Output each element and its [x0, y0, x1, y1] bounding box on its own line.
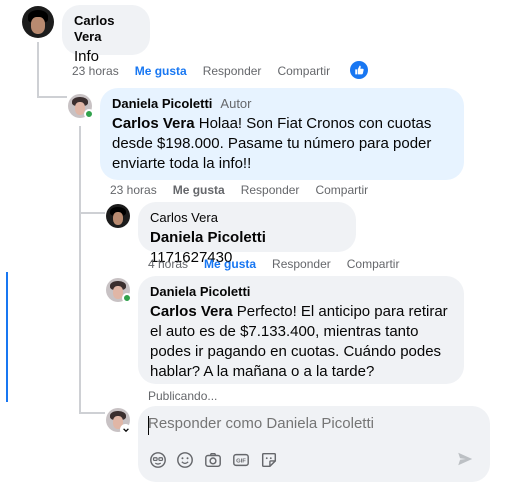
share-button[interactable]: Compartir [277, 64, 330, 78]
comment-bubble: Daniela Picoletti Autor Carlos Vera Holaa… [100, 88, 464, 180]
gif-icon[interactable]: GIF [231, 450, 251, 470]
share-button[interactable]: Compartir [315, 183, 368, 197]
thread-line [37, 96, 67, 98]
avatar[interactable] [106, 204, 130, 228]
comment-author[interactable]: Carlos Vera [150, 210, 344, 226]
sticker-icon[interactable] [259, 450, 279, 470]
focus-indicator [6, 272, 8, 402]
avatar[interactable] [22, 6, 54, 38]
reply-button[interactable]: Responder [272, 257, 331, 271]
comment-author[interactable]: Daniela Picoletti [150, 284, 452, 300]
chevron-down-icon[interactable] [120, 424, 131, 435]
reply-button[interactable]: Responder [241, 183, 300, 197]
reply-input[interactable] [148, 415, 478, 432]
svg-text:GIF: GIF [236, 459, 246, 465]
comment-actions: 4 horas Me gusta Responder Compartir [148, 257, 415, 271]
comment-time[interactable]: 4 horas [148, 257, 188, 271]
avatar-sticker-icon[interactable] [148, 450, 168, 470]
online-status-icon [122, 293, 132, 303]
comment-author[interactable]: Daniela Picoletti [112, 96, 212, 111]
emoji-icon[interactable] [175, 450, 195, 470]
like-button[interactable]: Me gusta [173, 183, 225, 197]
mention-link[interactable]: Carlos Vera [112, 115, 195, 132]
like-button[interactable]: Me gusta [135, 64, 187, 78]
share-button[interactable]: Compartir [347, 257, 400, 271]
mention-link[interactable]: Daniela Picoletti [150, 229, 266, 246]
comment-time[interactable]: 23 horas [110, 183, 157, 197]
comment-bubble: Carlos Vera Info [62, 5, 150, 65]
send-icon[interactable] [456, 450, 476, 470]
comment-text: Carlos Vera Holaa! Son Fiat Cronos con c… [112, 115, 432, 172]
comment-bubble: Carlos Vera Daniela Picoletti 1171627430 [138, 202, 356, 266]
like-button[interactable]: Me gusta [204, 257, 256, 271]
comment-text: Carlos Vera Perfecto! El anticipo para r… [150, 303, 448, 380]
author-badge: Autor [220, 96, 252, 111]
thread-line [79, 412, 105, 414]
comment-actions: 23 horas Me gusta Responder Compartir [110, 183, 384, 197]
comment-bubble: Daniela Picoletti Carlos Vera Perfecto! … [138, 276, 464, 384]
camera-icon[interactable] [203, 450, 223, 470]
like-icon[interactable] [350, 61, 368, 79]
reply-button[interactable]: Responder [203, 64, 262, 78]
thread-line [79, 212, 105, 214]
thread-line [37, 42, 39, 98]
comment-author[interactable]: Carlos Vera [74, 13, 138, 45]
comment-actions: 23 horas Me gusta Responder Compartir [72, 64, 346, 78]
online-status-icon [84, 109, 94, 119]
reply-composer: GIF [138, 406, 490, 482]
publishing-status: Publicando... [148, 389, 218, 403]
thread-line [79, 126, 81, 414]
mention-link[interactable]: Carlos Vera [150, 303, 233, 320]
comment-time[interactable]: 23 horas [72, 64, 119, 78]
